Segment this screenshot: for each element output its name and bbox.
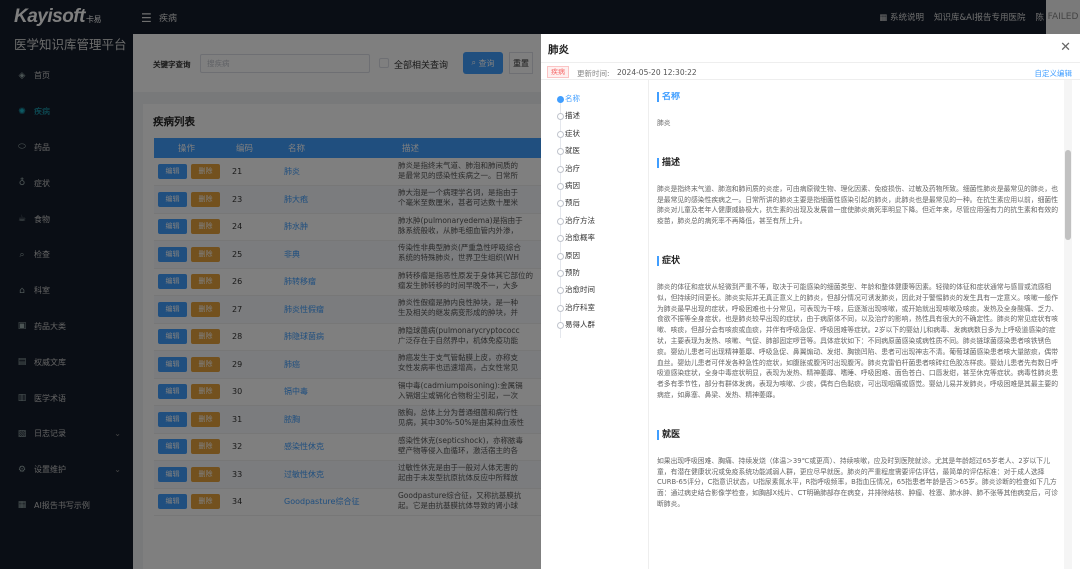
disease-detail-drawer: 肺炎 ✕ 疾病 更新时间: 2024-05-20 12:30:22 自定义编辑 … [541, 34, 1080, 569]
toc-item[interactable]: 描述 [557, 110, 647, 127]
toc-item[interactable]: 治愈概率 [557, 232, 647, 249]
toc-item[interactable]: 治疗科室 [557, 302, 647, 319]
close-icon[interactable]: ✕ [1060, 40, 1071, 55]
toc-item[interactable]: 治愈时间 [557, 284, 647, 301]
drawer-content: 名称肺炎描述肺炎是指终末气道、肺泡和肺间质的炎症，可由病原微生物、理化因素、免疫… [657, 92, 1062, 569]
toc-item[interactable]: 治疗 [557, 163, 647, 180]
section-nav: 名称 描述 症状 就医 治疗 病因 预后 治疗方法 治愈概率 原因 预防 治愈时间 治疗科室 易得人群 [557, 93, 647, 338]
toc-item[interactable]: 易得人群 [557, 319, 647, 336]
toc-item[interactable]: 就医 [557, 145, 647, 162]
section-heading: 描述 [657, 157, 1062, 168]
toc-item[interactable]: 名称 [557, 93, 647, 110]
section-text: 肺炎是指终末气道、肺泡和肺间质的炎症，可由病原微生物、理化因素、免疫损伤、过敏及… [657, 184, 1059, 226]
section-heading: 症状 [657, 255, 1062, 266]
toc-item[interactable]: 原因 [557, 250, 647, 267]
toc-item[interactable]: 症状 [557, 128, 647, 145]
section-heading: 就医 [657, 429, 1062, 440]
updated-label: 更新时间: [577, 69, 610, 78]
section-heading: 名称 [657, 92, 1062, 102]
scrollbar[interactable] [1064, 80, 1072, 569]
toc-item[interactable]: 治疗方法 [557, 215, 647, 232]
section-text: 如果出现呼吸困难、胸痛、持续发烧（体温＞39℃或更高）、持续咳嗽，应及时到医院就… [657, 456, 1058, 508]
toc-item[interactable]: 预后 [557, 197, 647, 214]
toc-item[interactable]: 病因 [557, 180, 647, 197]
section-text: 肺炎的体征和症状从轻微到严重不等，取决于可能感染的细菌类型、年龄和整体健康等因素… [657, 282, 1059, 399]
drawer-meta: 疾病 更新时间: 2024-05-20 12:30:22 自定义编辑 [541, 62, 1080, 80]
custom-edit-link[interactable]: 自定义编辑 [1035, 68, 1073, 79]
drawer-title: 肺炎 [548, 44, 569, 56]
category-tag: 疾病 [547, 66, 569, 78]
updated-time: 2024-05-20 12:30:22 [617, 68, 697, 77]
scroll-thumb[interactable] [1065, 150, 1071, 240]
section-text: 肺炎 [657, 119, 671, 127]
toc-item[interactable]: 预防 [557, 267, 647, 284]
